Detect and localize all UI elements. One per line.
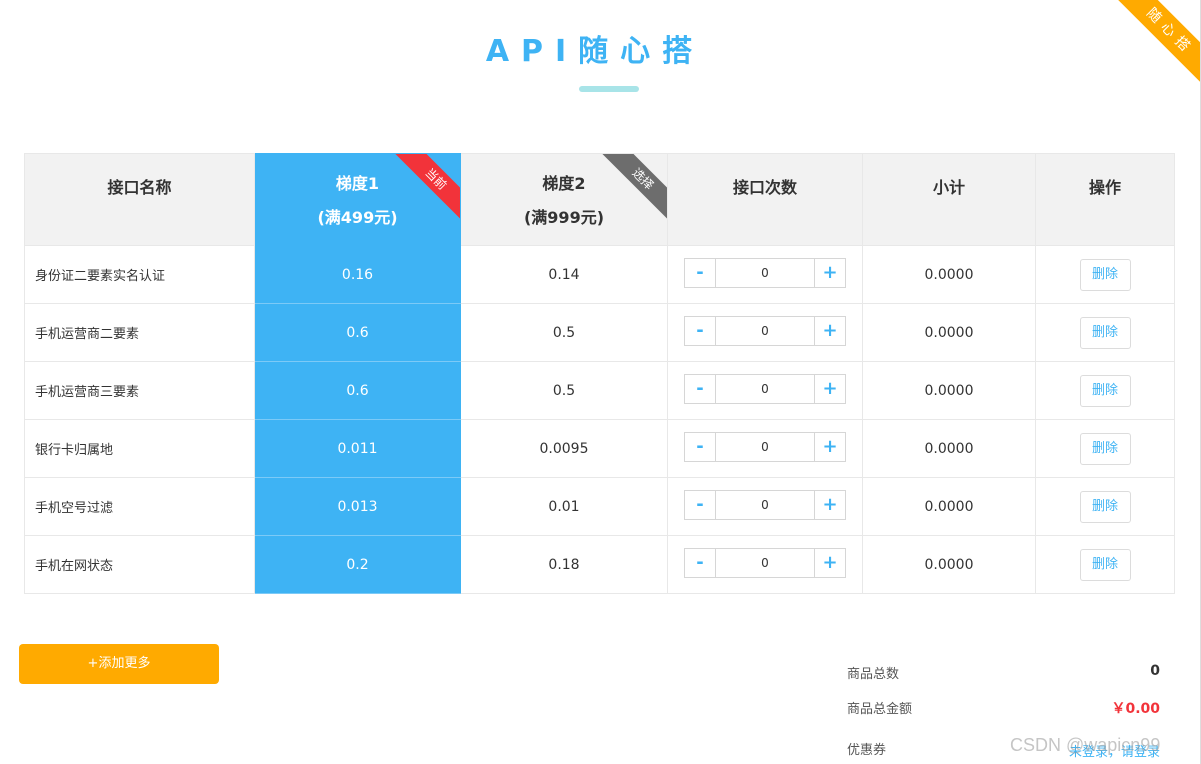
count-cell: - + — [667, 245, 863, 304]
delete-button[interactable]: 删除 — [1079, 490, 1131, 523]
column-header-action: 操作 — [1035, 153, 1175, 246]
action-cell: 删除 — [1035, 303, 1175, 362]
subtotal-cell: 0.0000 — [862, 303, 1036, 362]
column-header-tier2[interactable]: 梯度2 (满999元) 选择 — [460, 153, 668, 246]
tier2-price-cell: 0.14 — [460, 245, 668, 304]
column-header-name: 接口名称 — [24, 153, 255, 246]
summary-total-count: 商品总数 0 — [847, 663, 1160, 683]
tier1-price-cell: 0.013 — [254, 477, 461, 536]
api-pricing-table: 接口名称 梯度1 (满499元) 当前 梯度2 (满999元) 选择 接口次数 … — [24, 153, 1175, 594]
delete-button[interactable]: 删除 — [1079, 432, 1131, 465]
api-name-cell: 银行卡归属地 — [24, 419, 255, 478]
table-row: 银行卡归属地 0.011 0.0095 - + 0.0000 删除 — [24, 419, 1175, 478]
action-cell: 删除 — [1035, 477, 1175, 536]
title-underline — [579, 86, 639, 92]
count-cell: - + — [667, 419, 863, 478]
count-cell: - + — [667, 535, 863, 594]
quantity-input[interactable] — [716, 432, 814, 461]
delete-button[interactable]: 删除 — [1079, 548, 1131, 581]
count-cell: - + — [667, 477, 863, 536]
decrement-button[interactable]: - — [685, 432, 716, 461]
tier1-price-cell: 0.16 — [254, 245, 461, 304]
column-header-subtotal: 小计 — [862, 153, 1036, 246]
quantity-stepper[interactable]: - + — [684, 489, 846, 520]
count-cell: - + — [667, 303, 863, 362]
quantity-stepper[interactable]: - + — [684, 547, 846, 578]
tier2-price-cell: 0.18 — [460, 535, 668, 594]
tier2-price-cell: 0.01 — [460, 477, 668, 536]
subtotal-cell: 0.0000 — [862, 419, 1036, 478]
table-row: 手机空号过滤 0.013 0.01 - + 0.0000 删除 — [24, 477, 1175, 536]
total-count-label: 商品总数 — [847, 667, 900, 682]
increment-button[interactable]: + — [814, 432, 845, 461]
increment-button[interactable]: + — [814, 548, 845, 577]
tier2-price-cell: 0.5 — [460, 361, 668, 420]
api-name-cell: 身份证二要素实名认证 — [24, 245, 255, 304]
quantity-stepper[interactable]: - + — [684, 257, 846, 288]
decrement-button[interactable]: - — [685, 374, 716, 403]
decrement-button[interactable]: - — [685, 316, 716, 345]
tier2-condition: (满999元) — [523, 208, 605, 227]
watermark: CSDN @wapicn99 — [1010, 735, 1161, 755]
quantity-input[interactable] — [716, 374, 814, 403]
total-amount-label: 商品总金额 — [847, 702, 913, 717]
quantity-input[interactable] — [716, 258, 814, 287]
quantity-input[interactable] — [716, 548, 814, 577]
table-row: 手机运营商二要素 0.6 0.5 - + 0.0000 删除 — [24, 303, 1175, 362]
table-row: 身份证二要素实名认证 0.16 0.14 - + 0.0000 删除 — [24, 245, 1175, 304]
quantity-input[interactable] — [716, 490, 814, 519]
increment-button[interactable]: + — [814, 374, 845, 403]
total-amount-value: ￥0.00 — [1111, 701, 1160, 717]
tier1-price-cell: 0.2 — [254, 535, 461, 594]
action-cell: 删除 — [1035, 361, 1175, 420]
table-row: 手机在网状态 0.2 0.18 - + 0.0000 删除 — [24, 535, 1175, 594]
api-name-cell: 手机运营商二要素 — [24, 303, 255, 362]
tier2-price-cell: 0.5 — [460, 303, 668, 362]
delete-button[interactable]: 删除 — [1079, 316, 1131, 349]
increment-button[interactable]: + — [814, 316, 845, 345]
delete-button[interactable]: 删除 — [1079, 374, 1131, 407]
api-name-cell: 手机空号过滤 — [24, 477, 255, 536]
action-cell: 删除 — [1035, 419, 1175, 478]
column-header-tier1[interactable]: 梯度1 (满499元) 当前 — [254, 153, 461, 246]
tier1-price-cell: 0.6 — [254, 303, 461, 362]
tier1-condition: (满499元) — [317, 208, 398, 227]
tier1-price-cell: 0.6 — [254, 361, 461, 420]
subtotal-cell: 0.0000 — [862, 245, 1036, 304]
quantity-stepper[interactable]: - + — [684, 315, 846, 346]
quantity-input[interactable] — [716, 316, 814, 345]
decrement-button[interactable]: - — [685, 258, 716, 287]
delete-button[interactable]: 删除 — [1079, 258, 1131, 291]
coupon-label: 优惠券 — [847, 743, 887, 758]
page-title: API随心搭 — [485, 34, 705, 69]
tier2-price-cell: 0.0095 — [460, 419, 668, 478]
column-header-count: 接口次数 — [667, 153, 863, 246]
table-row: 手机运营商三要素 0.6 0.5 - + 0.0000 删除 — [24, 361, 1175, 420]
action-cell: 删除 — [1035, 535, 1175, 594]
quantity-stepper[interactable]: - + — [684, 431, 846, 462]
action-cell: 删除 — [1035, 245, 1175, 304]
table-body: 身份证二要素实名认证 0.16 0.14 - + 0.0000 删除 手机运营商… — [24, 245, 1175, 594]
subtotal-cell: 0.0000 — [862, 361, 1036, 420]
increment-button[interactable]: + — [814, 258, 845, 287]
table-header-row: 接口名称 梯度1 (满499元) 当前 梯度2 (满999元) 选择 接口次数 … — [24, 153, 1175, 246]
api-name-cell: 手机在网状态 — [24, 535, 255, 594]
quantity-stepper[interactable]: - + — [684, 373, 846, 404]
total-count-value: 0 — [1150, 663, 1160, 679]
count-cell: - + — [667, 361, 863, 420]
subtotal-cell: 0.0000 — [862, 535, 1036, 594]
decrement-button[interactable]: - — [685, 490, 716, 519]
api-name-cell: 手机运营商三要素 — [24, 361, 255, 420]
add-more-button[interactable]: +添加更多 — [19, 644, 219, 684]
increment-button[interactable]: + — [814, 490, 845, 519]
subtotal-cell: 0.0000 — [862, 477, 1036, 536]
summary-total-amount: 商品总金额 ￥0.00 — [847, 698, 1160, 718]
decrement-button[interactable]: - — [685, 548, 716, 577]
tier1-price-cell: 0.011 — [254, 419, 461, 478]
